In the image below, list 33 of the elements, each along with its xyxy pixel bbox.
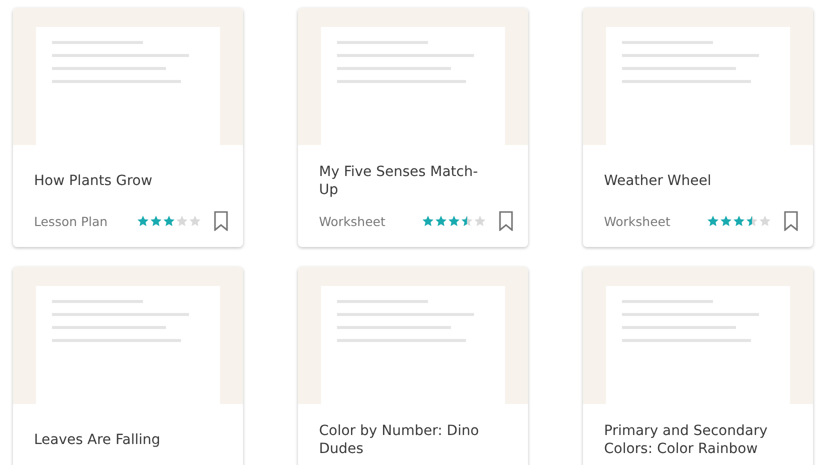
bookmark-icon[interactable] (498, 211, 514, 231)
star-icon (707, 215, 719, 227)
star-icon (733, 215, 745, 227)
card-title[interactable]: How Plants Grow (34, 172, 152, 190)
bookmark-icon[interactable] (783, 211, 799, 231)
resource-type: Worksheet (604, 214, 672, 228)
worksheet-card[interactable]: Primary and Secondary Colors: Color Rainbow (583, 267, 813, 465)
star-icon (176, 215, 188, 227)
star-icon (150, 215, 162, 227)
resource-type: Worksheet (319, 214, 386, 228)
card-title[interactable]: Leaves Are Falling (34, 431, 160, 449)
star-icon (189, 215, 201, 227)
card-title[interactable]: Color by Number: Dino Dudes (319, 422, 491, 458)
card-title[interactable]: Primary and Secondary Colors: Color Rainbow (604, 422, 776, 458)
worksheet-card[interactable]: How Plants Grow Lesson Plan (13, 8, 243, 247)
resource-type: Lesson Plan (34, 214, 109, 228)
star-icon (137, 215, 149, 227)
star-icon (163, 215, 175, 227)
star-icon (746, 215, 758, 227)
star-icon (461, 215, 473, 227)
star-icon (422, 215, 434, 227)
card-title[interactable]: Weather Wheel (604, 172, 712, 190)
worksheet-card[interactable]: Color by Number: Dino Dudes (298, 267, 528, 465)
worksheet-card[interactable]: Leaves Are Falling (13, 267, 243, 465)
worksheet-card[interactable]: Weather Wheel Worksheet (583, 8, 813, 247)
bookmark-icon[interactable] (213, 211, 229, 231)
star-icon (759, 215, 771, 227)
star-icon (474, 215, 486, 227)
star-icon (720, 215, 732, 227)
worksheet-card[interactable]: My Five Senses Match-Up Worksheet (298, 8, 528, 247)
star-icon (448, 215, 460, 227)
star-icon (435, 215, 447, 227)
card-title[interactable]: My Five Senses Match-Up (319, 163, 491, 199)
